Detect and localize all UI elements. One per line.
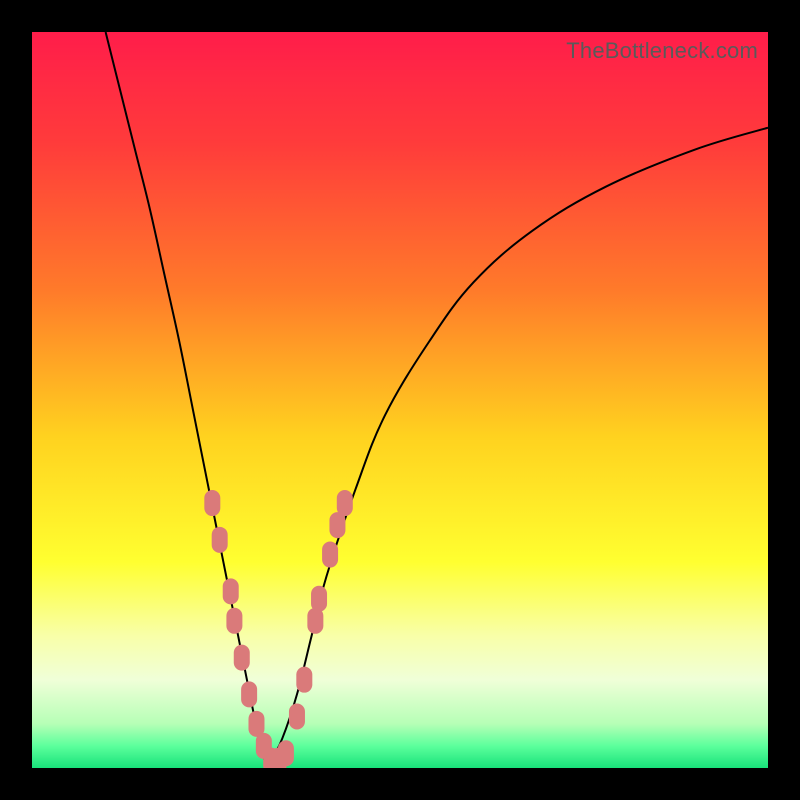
data-marker — [212, 527, 228, 553]
curve-layer — [32, 32, 768, 768]
marker-group — [204, 490, 352, 768]
data-marker — [296, 667, 312, 693]
data-marker — [311, 586, 327, 612]
plot-area: TheBottleneck.com — [32, 32, 768, 768]
data-marker — [337, 490, 353, 516]
data-marker — [241, 681, 257, 707]
data-marker — [223, 578, 239, 604]
data-marker — [226, 608, 242, 634]
data-marker — [278, 740, 294, 766]
data-marker — [322, 542, 338, 568]
data-marker — [248, 711, 264, 737]
chart-frame: TheBottleneck.com — [0, 0, 800, 800]
data-marker — [289, 703, 305, 729]
data-marker — [234, 645, 250, 671]
data-marker — [204, 490, 220, 516]
data-marker — [329, 512, 345, 538]
curve-right-arm — [268, 128, 768, 768]
data-marker — [307, 608, 323, 634]
